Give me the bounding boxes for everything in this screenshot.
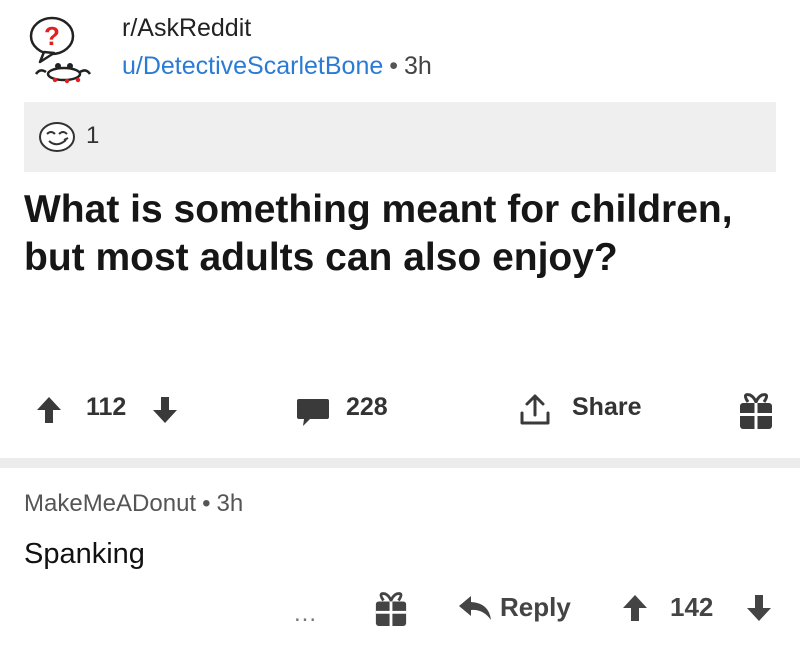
downvote-icon[interactable] [152, 396, 178, 424]
upvote-icon[interactable] [36, 396, 62, 424]
gift-icon[interactable] [738, 391, 774, 431]
upvote-icon[interactable] [622, 594, 648, 622]
award-count: 1 [86, 122, 100, 149]
subreddit-name[interactable]: r/AskReddit [122, 14, 251, 43]
downvote-icon[interactable] [746, 594, 772, 622]
comment-icon[interactable] [296, 397, 330, 427]
svg-text:?: ? [44, 21, 60, 51]
subreddit-avatar-icon[interactable]: ? [22, 12, 102, 84]
comment-count[interactable]: 228 [346, 393, 388, 422]
share-button[interactable]: Share [572, 393, 641, 422]
meta-separator: • [389, 52, 399, 80]
share-icon[interactable] [518, 393, 552, 427]
more-icon[interactable]: ... [294, 600, 317, 628]
comment-author[interactable]: MakeMeADonut [24, 490, 196, 517]
post-meta: u/DetectiveScarletBone • 3h [122, 52, 432, 81]
comment-time: 3h [216, 490, 244, 517]
post-author-link[interactable]: u/DetectiveScarletBone [122, 52, 383, 80]
award-icon[interactable] [37, 118, 77, 154]
post-vote-count: 112 [86, 393, 127, 421]
section-divider [0, 458, 800, 468]
comment-body: Spanking [24, 538, 145, 570]
post-title[interactable]: What is something meant for children, bu… [24, 186, 764, 282]
post-time: 3h [404, 52, 432, 80]
comment-meta: MakeMeADonut • 3h [24, 490, 243, 518]
reply-button[interactable]: Reply [500, 592, 571, 623]
award-bar [24, 102, 776, 172]
comment-vote-count: 142 [670, 592, 714, 622]
gift-icon[interactable] [374, 590, 408, 628]
meta-separator: • [202, 490, 211, 517]
reply-icon[interactable] [458, 594, 492, 622]
